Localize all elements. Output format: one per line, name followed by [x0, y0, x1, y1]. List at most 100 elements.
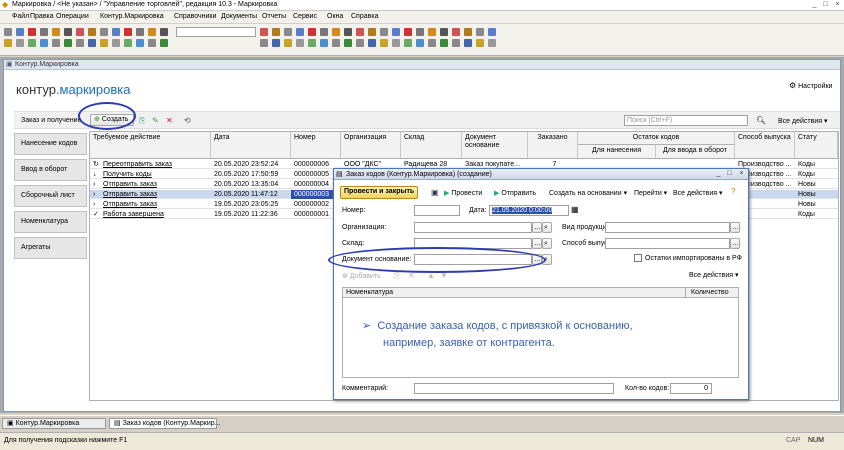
toolbar-icon[interactable]	[380, 28, 388, 36]
copy-row-icon[interactable]: ⎘	[394, 272, 400, 280]
toolbar-icon[interactable]	[52, 28, 60, 36]
dialog-minimize-icon[interactable]: _	[714, 170, 723, 178]
menu-file[interactable]: Файл	[12, 13, 29, 20]
menu-documents[interactable]: Документы	[221, 13, 257, 20]
col-release[interactable]: Способ выпуска	[735, 132, 795, 159]
toolbar-icon[interactable]	[440, 28, 448, 36]
toolbar-icon[interactable]	[296, 28, 304, 36]
toolbar-icon[interactable]	[272, 28, 280, 36]
toolbar-icon[interactable]	[76, 39, 84, 47]
send-button[interactable]: ▶ Отправить	[494, 189, 536, 197]
col-for-circulation[interactable]: Для ввода в оборот	[656, 145, 735, 159]
toolbar-icon[interactable]	[452, 39, 460, 47]
toolbar-icon[interactable]	[344, 39, 352, 47]
release-method-select-button[interactable]: …	[730, 238, 740, 249]
tab-assembly-list[interactable]: Сборочный лист	[14, 185, 87, 207]
toolbar-icon[interactable]	[296, 39, 304, 47]
toolbar-icon[interactable]	[404, 28, 412, 36]
menu-service[interactable]: Сервис	[293, 13, 317, 20]
col-organization[interactable]: Организация	[341, 132, 401, 159]
toolbar-icon[interactable]	[476, 28, 484, 36]
toolbar-icon[interactable]	[160, 39, 168, 47]
date-input[interactable]: 21.05.2020 0:00:00	[489, 205, 569, 216]
tab-apply-codes[interactable]: Нанесение кодов	[14, 133, 87, 155]
org-input[interactable]	[414, 222, 532, 233]
settings-link[interactable]: ⚙ Настройки	[789, 82, 832, 91]
toolbar-icon[interactable]	[52, 39, 60, 47]
toolbar-icon[interactable]	[320, 39, 328, 47]
toolbar-icon[interactable]	[404, 39, 412, 47]
post-and-close-button[interactable]: Провести и закрыть	[340, 186, 419, 199]
toolbar-icon[interactable]	[112, 28, 120, 36]
search-input[interactable]: Поиск (Ctrl+F)	[624, 115, 748, 126]
toolbar-icon[interactable]	[464, 28, 472, 36]
toolbar-icon[interactable]	[88, 39, 96, 47]
toolbar-icon[interactable]	[320, 28, 328, 36]
warehouse-select-button[interactable]: …	[532, 238, 542, 249]
cell-action[interactable]: Работа завершена	[100, 210, 211, 219]
number-input[interactable]	[414, 205, 460, 216]
toolbar-icon[interactable]	[64, 39, 72, 47]
toolbar-icon[interactable]	[368, 28, 376, 36]
toolbar-icon[interactable]	[488, 28, 496, 36]
menu-catalogs[interactable]: Справочники	[174, 13, 216, 20]
edit-icon[interactable]: ✎	[152, 117, 159, 125]
minimize-icon[interactable]: _	[810, 1, 819, 9]
tab-circulation[interactable]: Ввод в оборот	[14, 159, 87, 181]
create-based-menu[interactable]: Создать на основании ▾	[549, 189, 627, 197]
toolbar-icon[interactable]	[148, 39, 156, 47]
toolbar-icon[interactable]	[64, 28, 72, 36]
col-quantity[interactable]: Количество	[691, 289, 729, 296]
toolbar-icon[interactable]	[428, 39, 436, 47]
menu-help[interactable]: Справка	[351, 13, 378, 20]
col-nomenclature[interactable]: Номенклатура	[346, 289, 393, 296]
col-date[interactable]: Дата	[211, 132, 291, 159]
toolbar-icon[interactable]	[16, 39, 24, 47]
cell-action[interactable]: Отправить заказ	[100, 180, 211, 189]
move-up-icon[interactable]: ▲	[427, 272, 435, 280]
toolbar-icon[interactable]	[260, 39, 268, 47]
cell-action[interactable]: Отправить заказ	[100, 200, 211, 209]
toolbar-icon[interactable]	[160, 28, 168, 36]
toolbar-icon[interactable]	[476, 39, 484, 47]
col-warehouse[interactable]: Склад	[401, 132, 462, 159]
toolbar-icon[interactable]	[356, 39, 364, 47]
toolbar-icon[interactable]	[380, 39, 388, 47]
menu-kontur[interactable]: Контур.Маркировка	[100, 13, 164, 20]
dialog-maximize-icon[interactable]: □	[725, 170, 734, 178]
toolbar-icon[interactable]	[16, 28, 24, 36]
toolbar-icon[interactable]	[136, 28, 144, 36]
dialog-close-icon[interactable]: ×	[737, 170, 746, 178]
toolbar-icon[interactable]	[28, 39, 36, 47]
col-status[interactable]: Стату	[795, 132, 838, 159]
add-row-button[interactable]: ⊕ Добавить	[342, 272, 381, 280]
release-method-input[interactable]	[605, 238, 730, 249]
imported-checkbox[interactable]	[634, 254, 642, 262]
menu-windows[interactable]: Окна	[327, 13, 343, 20]
org-select-button[interactable]: …	[532, 222, 542, 233]
toolbar-icon[interactable]	[332, 28, 340, 36]
cell-action[interactable]: Получить коды	[100, 170, 211, 179]
toolbar-icon[interactable]	[344, 28, 352, 36]
toolbar-icon[interactable]	[464, 39, 472, 47]
toolbar-icon[interactable]	[440, 39, 448, 47]
toolbar-icon[interactable]	[356, 28, 364, 36]
toolbar-icon[interactable]	[332, 39, 340, 47]
toolbar-icon[interactable]	[368, 39, 376, 47]
toolbar-icon[interactable]	[4, 39, 12, 47]
maximize-icon[interactable]: □	[821, 1, 830, 9]
toolbar-icon[interactable]	[284, 39, 292, 47]
toolbar-icon[interactable]	[260, 28, 268, 36]
post-button[interactable]: ▶ Провести	[444, 189, 482, 197]
toolbar-icon[interactable]	[136, 39, 144, 47]
close-icon[interactable]: ×	[833, 1, 842, 9]
toolbar-icon[interactable]	[112, 39, 120, 47]
cell-action[interactable]: Переотправить заказ	[100, 160, 211, 169]
delete-icon[interactable]: ✕	[166, 117, 173, 125]
toolbar-icon[interactable]	[4, 28, 12, 36]
product-type-input[interactable]	[605, 222, 730, 233]
toolbar-icon[interactable]	[392, 39, 400, 47]
toolbar-icon[interactable]	[272, 39, 280, 47]
tab-nomenclature[interactable]: Номенклатура	[14, 211, 87, 233]
toolbar-icon[interactable]	[428, 28, 436, 36]
